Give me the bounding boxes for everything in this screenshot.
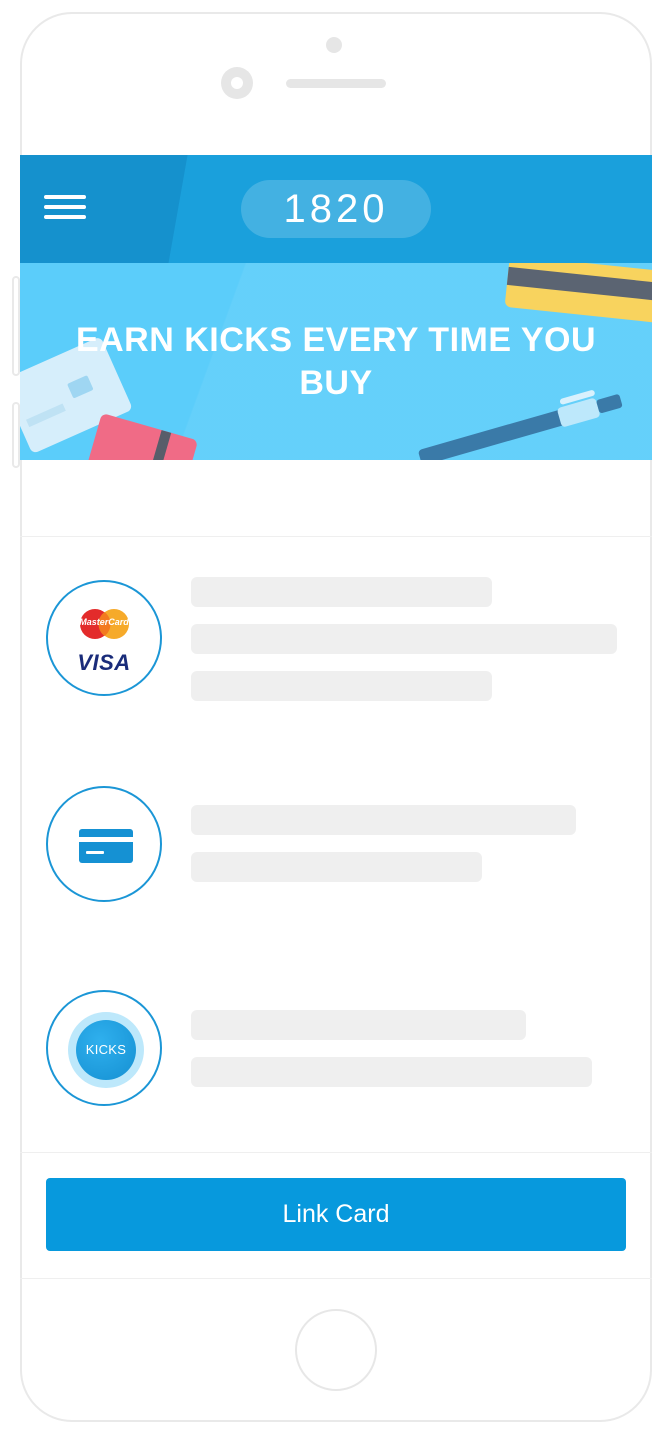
kicks-balance: 1820 — [241, 180, 431, 238]
section-divider — [20, 1278, 652, 1279]
promo-banner: EARN KICKS EVERY TIME YOU BUY — [20, 263, 652, 460]
proximity-sensor — [221, 67, 253, 99]
pink-card-illustration — [84, 414, 197, 460]
banner-title: EARN KICKS EVERY TIME YOU BUY — [75, 321, 597, 402]
hamburger-menu-icon[interactable] — [44, 195, 86, 223]
placeholder-line — [191, 852, 482, 882]
front-camera — [326, 37, 342, 53]
kicks-coin-icon: KICKS — [76, 1020, 136, 1080]
placeholder-line — [191, 1010, 526, 1040]
credit-card-icon — [79, 829, 133, 863]
app-header: 1820 — [20, 155, 652, 263]
mastercard-label: MasterCard — [79, 617, 129, 627]
link-card-button[interactable]: Link Card — [46, 1178, 626, 1251]
payment-networks-badge: MasterCard VISA — [46, 580, 162, 696]
section-divider — [20, 1152, 652, 1153]
yellow-card-illustration — [505, 263, 652, 324]
credit-card-badge — [46, 786, 162, 902]
placeholder-line — [191, 577, 492, 607]
side-button-volume-up — [12, 276, 20, 376]
visa-logo-icon: VISA — [77, 650, 131, 675]
kicks-badge: KICKS — [46, 990, 162, 1106]
mastercard-logo-icon — [80, 609, 129, 639]
placeholder-line — [191, 805, 576, 835]
earpiece-speaker — [286, 79, 386, 88]
home-button[interactable] — [295, 1309, 377, 1391]
placeholder-line — [191, 624, 617, 654]
placeholder-line — [191, 1057, 592, 1087]
side-button-volume-down — [12, 402, 20, 468]
placeholder-line — [191, 671, 492, 701]
section-divider — [20, 536, 652, 537]
